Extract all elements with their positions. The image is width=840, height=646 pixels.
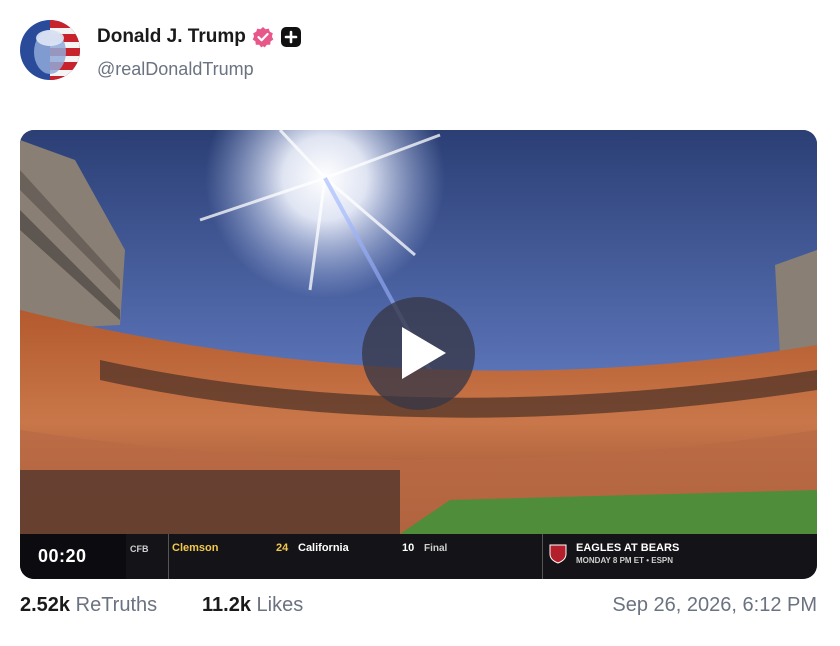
ticker-league: CFB <box>130 544 149 554</box>
nfl-shield-icon <box>547 542 569 564</box>
ticker-status: Final <box>424 543 448 554</box>
ticker-team1: Clemson <box>172 542 219 554</box>
ticker-divider <box>168 534 169 579</box>
play-icon <box>402 327 446 379</box>
post-footer: 2.52k ReTruths 11.2k Likes Sep 26, 2026,… <box>20 594 817 624</box>
post-timestamp[interactable]: Sep 26, 2026, 6:12 PM <box>612 594 817 617</box>
promo-title: EAGLES AT BEARS <box>576 542 680 554</box>
play-button[interactable] <box>362 297 475 410</box>
retruths-label: ReTruths <box>75 594 158 616</box>
promo-subtitle: MONDAY 8 PM ET • ESPN <box>576 556 674 565</box>
retruths-count: 2.52k <box>20 594 71 616</box>
video-timer: 00:20 <box>20 534 126 579</box>
ticker-score2: 10 <box>402 542 415 554</box>
avatar[interactable] <box>20 20 80 80</box>
video-player[interactable]: 00:20 CFB Clemson 24 California 10 Final… <box>20 130 817 579</box>
ticker-score1: 24 <box>276 542 289 554</box>
plus-icon[interactable] <box>280 26 302 48</box>
display-name[interactable]: Donald J. Trump <box>97 26 246 48</box>
score-ticker: 00:20 CFB Clemson 24 California 10 Final… <box>20 534 817 579</box>
verified-badge-icon <box>252 26 274 48</box>
retruths-stat[interactable]: 2.52k ReTruths <box>20 594 157 617</box>
likes-label: Likes <box>256 594 304 616</box>
user-handle[interactable]: @realDonaldTrump <box>97 59 254 80</box>
ticker-divider <box>542 534 543 579</box>
likes-count: 11.2k <box>202 594 251 616</box>
ticker-team2: California <box>298 542 349 554</box>
post-header: Donald J. Trump @realDonaldTrump <box>20 20 820 82</box>
name-row: Donald J. Trump <box>97 26 302 48</box>
likes-stat[interactable]: 11.2k Likes <box>202 594 303 617</box>
